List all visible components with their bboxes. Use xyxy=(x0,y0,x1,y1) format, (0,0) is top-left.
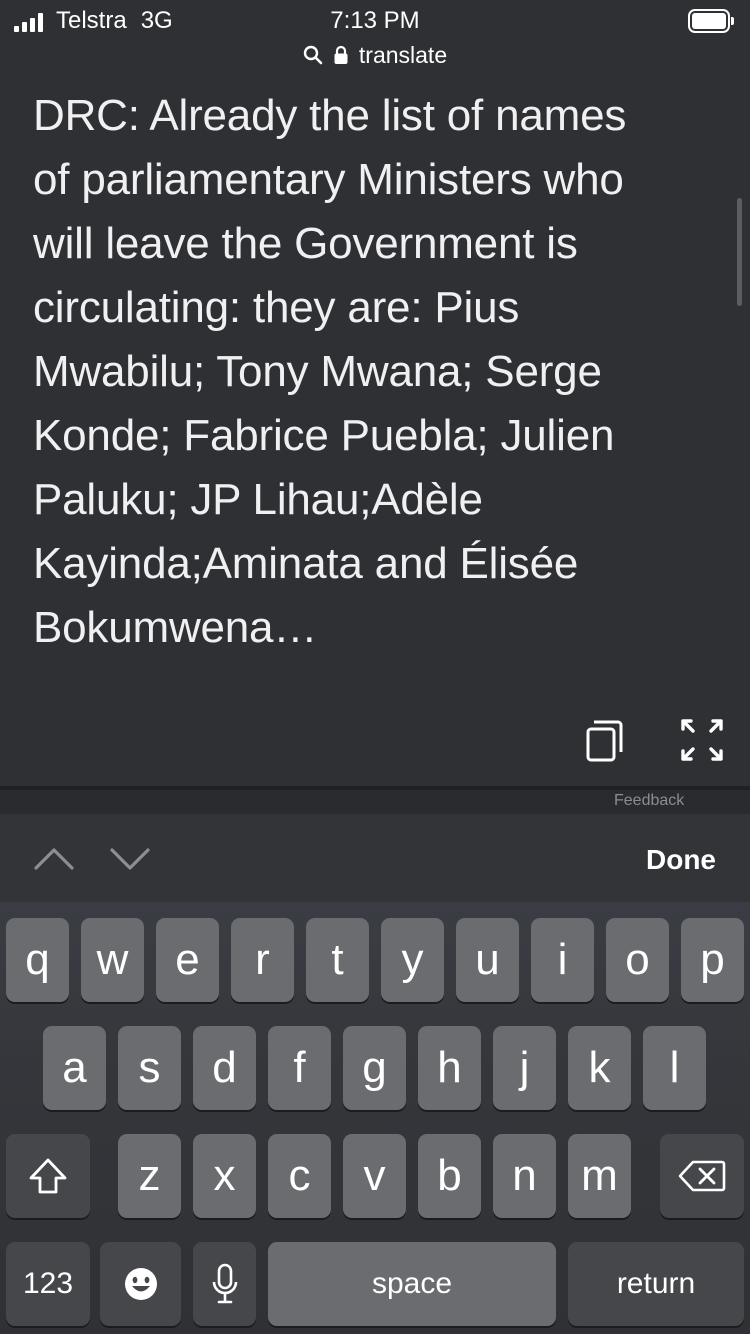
key-d[interactable]: d xyxy=(193,1026,256,1110)
text-line: Mwabilu; Tony Mwana; Serge xyxy=(33,347,602,396)
feedback-link[interactable]: Feedback xyxy=(614,792,684,810)
text-line: will leave the Government is xyxy=(33,219,578,268)
key-r[interactable]: r xyxy=(231,918,294,1002)
key-y[interactable]: y xyxy=(381,918,444,1002)
key-label: 123 xyxy=(22,1267,74,1300)
lock-icon xyxy=(334,45,348,64)
text-line: circulating: they are: Pius xyxy=(33,283,520,332)
key-label: c xyxy=(288,1151,311,1200)
key-label: return xyxy=(616,1267,696,1300)
backspace-icon xyxy=(678,1160,726,1192)
text-line: Paluku; JP Lihau;Adèle xyxy=(33,475,483,524)
key-x[interactable]: x xyxy=(193,1134,256,1218)
key-label: x xyxy=(213,1151,236,1200)
key-label: q xyxy=(25,935,50,984)
key-label: z xyxy=(138,1151,161,1200)
chevron-up-icon[interactable] xyxy=(32,844,76,874)
emoji-icon xyxy=(124,1268,157,1300)
key-label: w xyxy=(96,935,129,984)
translation-panel: DRC: Already the list of names of parlia… xyxy=(0,80,750,788)
key-j[interactable]: j xyxy=(493,1026,556,1110)
key-label: j xyxy=(519,1043,530,1092)
shift-icon xyxy=(29,1158,67,1194)
battery-icon xyxy=(688,9,734,33)
key-label: n xyxy=(512,1151,537,1200)
text-line: Bokumwena… xyxy=(33,603,318,652)
key-l[interactable]: l xyxy=(643,1026,706,1110)
chevron-down-icon[interactable] xyxy=(108,844,152,874)
done-button[interactable]: Done xyxy=(600,840,740,880)
key-a[interactable]: a xyxy=(43,1026,106,1110)
key-u[interactable]: u xyxy=(456,918,519,1002)
key-q[interactable]: q xyxy=(6,918,69,1002)
space-key[interactable]: space xyxy=(268,1242,556,1326)
key-label: t xyxy=(331,935,344,984)
key-f[interactable]: f xyxy=(268,1026,331,1110)
key-o[interactable]: o xyxy=(606,918,669,1002)
key-m[interactable]: m xyxy=(568,1134,631,1218)
key-b[interactable]: b xyxy=(418,1134,481,1218)
dictation-key[interactable] xyxy=(193,1242,256,1326)
text-line: Kayinda;Aminata and Élisée xyxy=(33,539,579,588)
key-label: e xyxy=(175,935,200,984)
delete-key[interactable] xyxy=(660,1134,744,1218)
key-label: y xyxy=(401,935,424,984)
text-line: Konde; Fabrice Puebla; Julien xyxy=(33,411,615,460)
numbers-key[interactable]: 123 xyxy=(6,1242,90,1326)
feedback-strip: Feedback xyxy=(0,790,750,814)
key-label: l xyxy=(669,1043,680,1092)
key-i[interactable]: i xyxy=(531,918,594,1002)
text-line: of parliamentary Ministers who xyxy=(33,155,624,204)
copy-icon[interactable] xyxy=(584,716,626,764)
key-label: i xyxy=(557,935,568,984)
key-label: h xyxy=(437,1043,462,1092)
key-label: m xyxy=(581,1151,618,1200)
key-p[interactable]: p xyxy=(681,918,744,1002)
text-line: DRC: Already the list of names xyxy=(33,91,627,140)
key-c[interactable]: c xyxy=(268,1134,331,1218)
key-k[interactable]: k xyxy=(568,1026,631,1110)
key-label: s xyxy=(138,1043,161,1092)
key-label: r xyxy=(255,935,270,984)
microphone-icon xyxy=(212,1263,237,1304)
url-text: translate xyxy=(358,41,448,68)
key-label: k xyxy=(588,1043,611,1092)
return-key[interactable]: return xyxy=(568,1242,744,1326)
key-s[interactable]: s xyxy=(118,1026,181,1110)
key-label: p xyxy=(700,935,725,984)
emoji-key[interactable] xyxy=(100,1242,181,1326)
key-label: o xyxy=(625,935,650,984)
key-z[interactable]: z xyxy=(118,1134,181,1218)
keyboard-accessory-bar: Done xyxy=(0,814,750,902)
fullscreen-icon[interactable] xyxy=(680,718,724,762)
key-g[interactable]: g xyxy=(343,1026,406,1110)
scroll-indicator[interactable] xyxy=(737,198,742,306)
key-h[interactable]: h xyxy=(418,1026,481,1110)
key-n[interactable]: n xyxy=(493,1134,556,1218)
address-bar[interactable]: translate xyxy=(0,40,750,70)
key-t[interactable]: t xyxy=(306,918,369,1002)
key-label: space xyxy=(371,1267,453,1300)
status-bar: Telstra 3G 7:13 PM translate xyxy=(0,0,750,80)
key-v[interactable]: v xyxy=(343,1134,406,1218)
key-label: g xyxy=(362,1043,387,1092)
key-label: b xyxy=(437,1151,462,1200)
key-label: a xyxy=(62,1043,87,1092)
key-label: u xyxy=(475,935,500,984)
key-label: v xyxy=(363,1151,386,1200)
translated-text[interactable]: DRC: Already the list of names of parlia… xyxy=(33,84,723,660)
status-time: 7:13 PM xyxy=(330,7,420,34)
key-label: d xyxy=(212,1043,237,1092)
key-w[interactable]: w xyxy=(81,918,144,1002)
key-e[interactable]: e xyxy=(156,918,219,1002)
shift-key[interactable] xyxy=(6,1134,90,1218)
keyboard: q w e r t y u i o p a s d f g h j k l z … xyxy=(0,902,750,1334)
search-icon xyxy=(303,45,323,65)
key-label: f xyxy=(293,1043,306,1092)
